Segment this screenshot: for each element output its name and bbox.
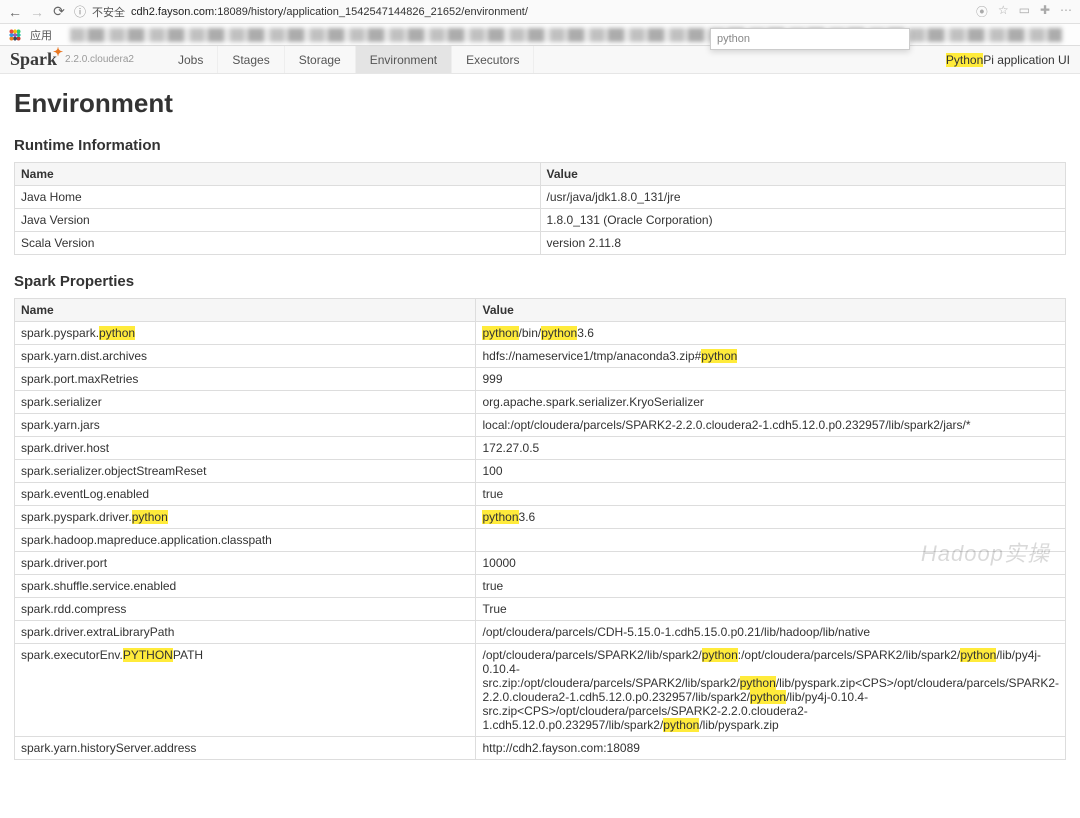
table-row: spark.shuffle.service.enabledtrue: [15, 575, 1066, 598]
cell-value: 10000: [476, 552, 1066, 575]
page-title: Environment: [14, 88, 1066, 119]
table-row: spark.yarn.dist.archiveshdfs://nameservi…: [15, 345, 1066, 368]
spark-props-table: Name Value spark.pyspark.pythonpython/bi…: [14, 298, 1066, 760]
back-icon[interactable]: ←: [8, 5, 22, 19]
cell-value: http://cdh2.fayson.com:18089: [476, 737, 1066, 760]
table-row: spark.yarn.historyServer.addresshttp://c…: [15, 737, 1066, 760]
cell-value: 1.8.0_131 (Oracle Corporation): [540, 209, 1066, 232]
runtime-table: Name Value Java Home/usr/java/jdk1.8.0_1…: [14, 162, 1066, 255]
browser-actions: ⦿ ☆ ▭ ✚ ⋯: [976, 3, 1072, 20]
url-text: cdh2.fayson.com:18089/history/applicatio…: [131, 6, 528, 18]
spark-section-title: Spark Properties: [14, 273, 1066, 290]
cell-name: Java Home: [15, 186, 541, 209]
cell-name: spark.yarn.dist.archives: [15, 345, 476, 368]
nav-tabs: JobsStagesStorageEnvironmentExecutors: [164, 46, 534, 73]
tab-storage[interactable]: Storage: [285, 46, 356, 73]
col-name: Name: [15, 299, 476, 322]
cell-value: hdfs://nameservice1/tmp/anaconda3.zip#py…: [476, 345, 1066, 368]
tab-executors[interactable]: Executors: [452, 46, 534, 73]
cell-value: org.apache.spark.serializer.KryoSerializ…: [476, 391, 1066, 414]
cell-name: Java Version: [15, 209, 541, 232]
col-value: Value: [476, 299, 1066, 322]
cell-value: python3.6: [476, 506, 1066, 529]
table-row: Java Version1.8.0_131 (Oracle Corporatio…: [15, 209, 1066, 232]
cell-name: spark.executorEnv.PYTHONPATH: [15, 644, 476, 737]
ext-icon[interactable]: ✚: [1040, 3, 1050, 20]
cell-name: spark.shuffle.service.enabled: [15, 575, 476, 598]
translate-icon[interactable]: ⦿: [976, 3, 988, 20]
table-row: spark.pyspark.driver.pythonpython3.6: [15, 506, 1066, 529]
table-row: spark.yarn.jarslocal:/opt/cloudera/parce…: [15, 414, 1066, 437]
cell-value: True: [476, 598, 1066, 621]
cell-name: spark.driver.host: [15, 437, 476, 460]
cell-value: true: [476, 483, 1066, 506]
apps-label[interactable]: 应用: [30, 27, 52, 43]
cell-name: spark.driver.port: [15, 552, 476, 575]
table-row: spark.port.maxRetries999: [15, 368, 1066, 391]
ext-icon[interactable]: ⋯: [1060, 3, 1072, 20]
info-icon: ⓘ: [74, 3, 86, 20]
table-row: spark.driver.extraLibraryPath/opt/cloude…: [15, 621, 1066, 644]
cell-name: spark.serializer.objectStreamReset: [15, 460, 476, 483]
cell-value: /usr/java/jdk1.8.0_131/jre: [540, 186, 1066, 209]
insecure-label: 不安全: [92, 4, 125, 20]
tab-jobs[interactable]: Jobs: [164, 46, 218, 73]
ext-icon[interactable]: ▭: [1019, 3, 1030, 20]
find-input-text[interactable]: python: [717, 33, 750, 45]
cell-value: true: [476, 575, 1066, 598]
app-title: PythonPi application UI: [946, 53, 1070, 67]
cell-name: spark.pyspark.driver.python: [15, 506, 476, 529]
table-row: spark.eventLog.enabledtrue: [15, 483, 1066, 506]
cell-name: spark.serializer: [15, 391, 476, 414]
reload-icon[interactable]: ⟳: [52, 5, 66, 19]
table-row: Scala Versionversion 2.11.8: [15, 232, 1066, 255]
table-row: spark.driver.host172.27.0.5: [15, 437, 1066, 460]
cell-name: spark.driver.extraLibraryPath: [15, 621, 476, 644]
cell-name: spark.port.maxRetries: [15, 368, 476, 391]
cell-value: [476, 529, 1066, 552]
spark-version: 2.2.0.cloudera2: [65, 54, 134, 65]
tab-stages[interactable]: Stages: [218, 46, 284, 73]
cell-name: spark.rdd.compress: [15, 598, 476, 621]
cell-name: spark.pyspark.python: [15, 322, 476, 345]
cell-name: spark.yarn.jars: [15, 414, 476, 437]
spark-navbar: Spark✦ 2.2.0.cloudera2 JobsStagesStorage…: [0, 46, 1080, 74]
table-row: spark.serializerorg.apache.spark.seriali…: [15, 391, 1066, 414]
cell-name: spark.hadoop.mapreduce.application.class…: [15, 529, 476, 552]
find-in-page-popup[interactable]: python: [710, 28, 910, 50]
col-value: Value: [540, 163, 1066, 186]
cell-value: version 2.11.8: [540, 232, 1066, 255]
cell-name: Scala Version: [15, 232, 541, 255]
star-icon[interactable]: ☆: [998, 3, 1009, 20]
cell-value: python/bin/python3.6: [476, 322, 1066, 345]
cell-name: spark.yarn.historyServer.address: [15, 737, 476, 760]
bookmark-bar: 应用: [0, 24, 1080, 46]
spark-logo[interactable]: Spark✦: [10, 49, 57, 70]
address-bar[interactable]: ⓘ 不安全 cdh2.fayson.com:18089/history/appl…: [74, 3, 968, 20]
table-row: spark.hadoop.mapreduce.application.class…: [15, 529, 1066, 552]
cell-value: /opt/cloudera/parcels/CDH-5.15.0-1.cdh5.…: [476, 621, 1066, 644]
cell-value: 172.27.0.5: [476, 437, 1066, 460]
forward-icon[interactable]: →: [30, 5, 44, 19]
apps-icon[interactable]: [8, 28, 22, 42]
spark-star-icon: ✦: [53, 45, 63, 60]
table-row: Java Home/usr/java/jdk1.8.0_131/jre: [15, 186, 1066, 209]
cell-value: local:/opt/cloudera/parcels/SPARK2-2.2.0…: [476, 414, 1066, 437]
table-row: spark.pyspark.pythonpython/bin/python3.6: [15, 322, 1066, 345]
cell-value: /opt/cloudera/parcels/SPARK2/lib/spark2/…: [476, 644, 1066, 737]
col-name: Name: [15, 163, 541, 186]
table-row: spark.serializer.objectStreamReset100: [15, 460, 1066, 483]
cell-name: spark.eventLog.enabled: [15, 483, 476, 506]
table-row: spark.rdd.compressTrue: [15, 598, 1066, 621]
table-row: spark.executorEnv.PYTHONPATH/opt/clouder…: [15, 644, 1066, 737]
tab-environment[interactable]: Environment: [356, 46, 452, 73]
table-row: spark.driver.port10000: [15, 552, 1066, 575]
browser-toolbar: ← → ⟳ ⓘ 不安全 cdh2.fayson.com:18089/histor…: [0, 0, 1080, 24]
runtime-section-title: Runtime Information: [14, 137, 1066, 154]
cell-value: 999: [476, 368, 1066, 391]
cell-value: 100: [476, 460, 1066, 483]
bookmarks-blurred: [70, 28, 1062, 42]
